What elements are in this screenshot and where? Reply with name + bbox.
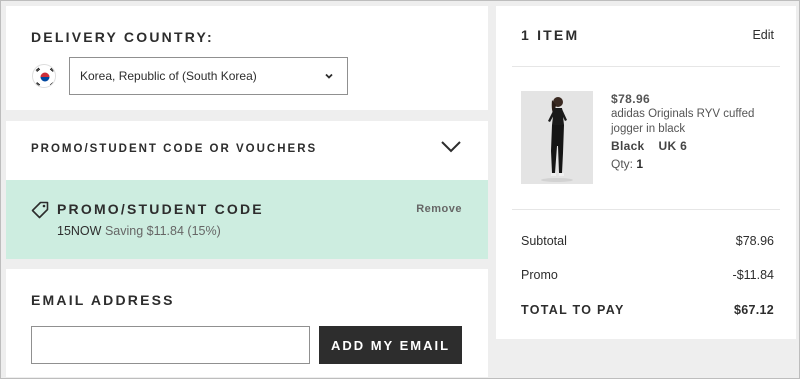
applied-code-heading: PROMO/STUDENT CODE [57, 201, 264, 217]
item-color: Black [611, 139, 645, 153]
item-price: $78.96 [611, 92, 651, 106]
quantity-value: 1 [636, 157, 644, 171]
order-summary: 1 ITEM Edit $78.96 adidas Originals RYV … [496, 6, 796, 339]
edit-bag-link[interactable]: Edit [752, 28, 774, 42]
divider [512, 209, 780, 210]
total-row: TOTAL TO PAY $67.12 [521, 303, 774, 317]
promo-saving-text: Saving $11.84 (15%) [104, 224, 221, 238]
subtotal-label: Subtotal [521, 234, 567, 248]
item-quantity: Qty: 1 [611, 157, 643, 171]
item-count-heading: 1 ITEM [521, 27, 580, 43]
total-label: TOTAL TO PAY [521, 303, 625, 317]
divider [512, 66, 780, 67]
email-section: EMAIL ADDRESS ADD MY EMAIL [6, 269, 488, 377]
promo-code-value: 15NOW [57, 224, 102, 238]
email-field[interactable] [31, 326, 310, 364]
item-size: UK 6 [658, 139, 688, 153]
total-value: $67.12 [733, 303, 774, 317]
applied-promo-code: PROMO/STUDENT CODE 15NOW Saving $11.84 (… [6, 180, 488, 259]
chevron-down-icon[interactable] [440, 140, 462, 154]
subtotal-row: Subtotal $78.96 [521, 234, 774, 248]
applied-code-details: 15NOW Saving $11.84 (15%) [57, 224, 221, 238]
promo-discount-value: -$11.84 [732, 268, 774, 282]
add-email-button[interactable]: ADD MY EMAIL [319, 326, 462, 364]
delivery-country-heading: DELIVERY COUNTRY: [31, 29, 214, 45]
subtotal-value: $78.96 [735, 234, 774, 248]
remove-promo-button[interactable]: Remove [416, 203, 462, 215]
promo-label: Promo [521, 268, 558, 282]
email-heading: EMAIL ADDRESS [31, 292, 175, 308]
country-select-value: Korea, Republic of (South Korea) [80, 69, 257, 83]
product-thumbnail[interactable] [521, 91, 593, 184]
chevron-down-icon [325, 73, 333, 79]
quantity-label: Qty: [611, 157, 634, 171]
south-korea-flag-icon [32, 64, 56, 88]
item-variant: Black UK 6 [611, 139, 687, 153]
promo-code-toggle[interactable]: PROMO/STUDENT CODE OR VOUCHERS [6, 121, 488, 180]
price-tag-icon [31, 201, 49, 219]
promo-row: Promo -$11.84 [521, 268, 774, 282]
delivery-country-select[interactable]: Korea, Republic of (South Korea) [69, 57, 348, 95]
delivery-country-section: DELIVERY COUNTRY: Korea, Republic of (So… [6, 6, 488, 110]
item-name-link[interactable]: adidas Originals RYV cuffed jogger in bl… [611, 107, 771, 137]
promo-heading: PROMO/STUDENT CODE OR VOUCHERS [31, 143, 318, 155]
